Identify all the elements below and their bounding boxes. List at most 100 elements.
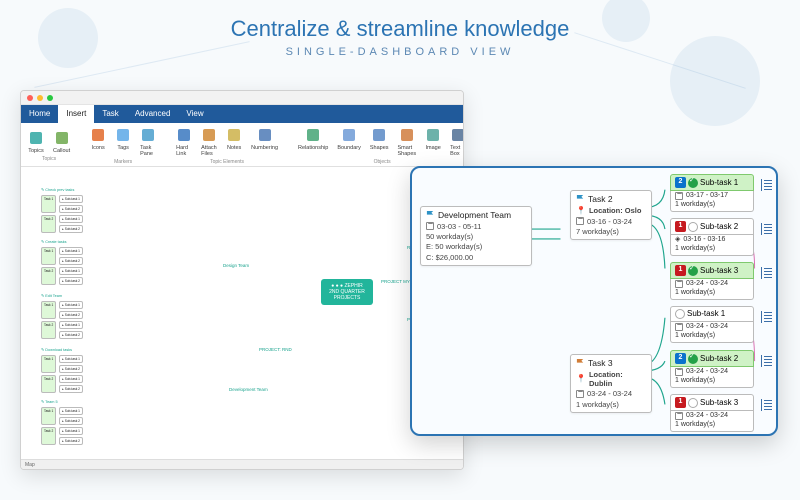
ribbon-smart-shapes[interactable]: Smart Shapes [395, 125, 420, 159]
subtask-node[interactable]: 1Sub-task 303-24 - 03-241 workday(s) [670, 394, 754, 432]
ribbon-attach-files[interactable]: Attach Files [198, 125, 220, 159]
calendar-icon [675, 412, 683, 420]
task-3-node[interactable]: Task 3 📍Location: Dublin 03-24 - 03-24 1… [570, 354, 652, 413]
design-team-label[interactable]: Design Team [223, 263, 249, 268]
menu-tab-advanced[interactable]: Advanced [127, 105, 179, 123]
subtask-node[interactable]: 2Sub-task 203-24 - 03-241 workday(s) [670, 350, 754, 388]
mini-task[interactable]: Task 1 [41, 195, 56, 213]
smart-shapes-icon [399, 127, 415, 143]
mini-subtask[interactable]: ▸ Sub-task 2 [59, 417, 83, 425]
icons-icon [90, 127, 106, 143]
mini-subtask[interactable]: ▸ Sub-task 1 [59, 355, 83, 363]
close-icon[interactable] [27, 95, 33, 101]
calendar-icon [576, 390, 584, 398]
mini-subtask[interactable]: ▸ Sub-task 2 [59, 331, 83, 339]
ribbon-relationship[interactable]: Relationship [295, 125, 331, 159]
priority-badge-icon: 2 [675, 353, 686, 364]
resource-list-icon[interactable] [763, 268, 772, 279]
mini-task[interactable]: Task 2 [41, 321, 56, 339]
headline-title: Centralize & streamline knowledge [0, 16, 800, 42]
calendar-icon [675, 368, 683, 376]
mini-subtask[interactable]: ▸ Sub-task 2 [59, 365, 83, 373]
ribbon-tags[interactable]: Tags [112, 125, 134, 159]
ribbon-callout[interactable]: Callout [50, 128, 73, 156]
mini-task[interactable]: Task 2 [41, 375, 56, 393]
mini-team-3[interactable]: ✎ Download tasks [41, 347, 83, 353]
ribbon-hard-link[interactable]: Hard Link [173, 125, 195, 159]
ribbon-task-pane[interactable]: Task Pane [137, 125, 159, 159]
ribbon-numbering[interactable]: Numbering [248, 125, 281, 159]
mini-team-4[interactable]: ✎ Team 5 [41, 399, 83, 405]
mini-task[interactable]: Task 2 [41, 427, 56, 445]
flag-icon [426, 211, 435, 220]
mini-team-1[interactable]: ✎ Create tasks [41, 239, 83, 245]
mini-subtask[interactable]: ▸ Sub-task 1 [59, 301, 83, 309]
minimize-icon[interactable] [37, 95, 43, 101]
calendar-icon [426, 222, 434, 230]
text-box-icon [450, 127, 464, 143]
mini-subtask[interactable]: ▸ Sub-task 1 [59, 375, 83, 383]
subtask-node[interactable]: 2Sub-task 103-17 - 03-171 workday(s) [670, 174, 754, 212]
ribbon-menubar: HomeInsertTaskAdvancedView [21, 105, 463, 123]
mini-subtask[interactable]: ▸ Sub-task 1 [59, 267, 83, 275]
shapes-icon [371, 127, 387, 143]
resource-list-icon[interactable] [763, 356, 772, 367]
flag-icon [576, 195, 585, 204]
zoom-icon[interactable] [47, 95, 53, 101]
status-left: Map [25, 462, 35, 468]
development-team-label[interactable]: Development Team [229, 387, 268, 392]
ribbon-shapes[interactable]: Shapes [367, 125, 392, 159]
mini-subtask[interactable]: ▸ Sub-task 1 [59, 247, 83, 255]
mini-subtask[interactable]: ▸ Sub-task 2 [59, 311, 83, 319]
menu-tab-insert[interactable]: Insert [58, 105, 94, 123]
development-team-node[interactable]: Development Team 03-03 - 05-11 50 workda… [420, 206, 532, 266]
mini-subtask[interactable]: ▸ Sub-task 2 [59, 437, 83, 445]
mindmap-canvas[interactable]: ● ● ● ZEPHIR 2ND QUARTER PROJECTS PROJEC… [21, 167, 463, 469]
mini-subtask[interactable]: ▸ Sub-task 2 [59, 385, 83, 393]
task-2-node[interactable]: Task 2 📍Location: Oslo 03-16 - 03-24 7 w… [570, 190, 652, 240]
menu-tab-view[interactable]: View [178, 105, 211, 123]
subtask-node[interactable]: 1Sub-task 2◈03-16 - 03-161 workday(s) [670, 218, 754, 256]
mini-task[interactable]: Task 1 [41, 355, 56, 373]
mini-subtask[interactable]: ▸ Sub-task 1 [59, 321, 83, 329]
ribbon-notes[interactable]: Notes [223, 125, 245, 159]
mini-subtask[interactable]: ▸ Sub-task 1 [59, 407, 83, 415]
subtask-node[interactable]: 1Sub-task 303-24 - 03-241 workday(s) [670, 262, 754, 300]
project-rnd-label[interactable]: PROJECT: RND [259, 347, 292, 352]
mini-task[interactable]: Task 2 [41, 215, 56, 233]
mini-subtask[interactable]: ▸ Sub-task 1 [59, 195, 83, 203]
check-circle-icon [688, 266, 698, 276]
resource-list-icon[interactable] [763, 400, 772, 411]
central-topic[interactable]: ● ● ● ZEPHIR 2ND QUARTER PROJECTS [321, 279, 373, 305]
mini-task[interactable]: Task 1 [41, 407, 56, 425]
ribbon-boundary[interactable]: Boundary [334, 125, 364, 159]
ribbon-image[interactable]: Image [422, 125, 444, 159]
mini-team-2[interactable]: ✎ Edit Team [41, 293, 83, 299]
mini-team-0[interactable]: ✎ Check prev tasks [41, 187, 83, 193]
ribbon-icons[interactable]: Icons [87, 125, 109, 159]
mini-task[interactable]: Task 1 [41, 247, 56, 265]
ribbon-topics[interactable]: Topics [25, 128, 47, 156]
menu-tab-task[interactable]: Task [94, 105, 126, 123]
mini-task[interactable]: Task 2 [41, 267, 56, 285]
mini-subtask[interactable]: ▸ Sub-task 2 [59, 277, 83, 285]
mini-subtask[interactable]: ▸ Sub-task 2 [59, 257, 83, 265]
subtask-node[interactable]: Sub-task 103-24 - 03-241 workday(s) [670, 306, 754, 343]
resource-list-icon[interactable] [763, 180, 772, 191]
empty-circle-icon [675, 309, 685, 319]
resource-list-icon[interactable] [763, 312, 772, 323]
mini-subtask[interactable]: ▸ Sub-task 2 [59, 205, 83, 213]
task-pane-icon [140, 127, 156, 143]
mini-subtask[interactable]: ▸ Sub-task 1 [59, 427, 83, 435]
menu-tab-home[interactable]: Home [21, 105, 58, 123]
mini-task[interactable]: Task 1 [41, 301, 56, 319]
mini-subtask[interactable]: ▸ Sub-task 2 [59, 225, 83, 233]
diamond-icon: ◈ [675, 236, 680, 245]
calendar-icon [675, 323, 683, 331]
priority-badge-icon: 1 [675, 221, 686, 232]
resource-list-icon[interactable] [763, 224, 772, 235]
calendar-icon [675, 192, 683, 200]
priority-badge-icon: 1 [675, 265, 686, 276]
ribbon-text-box[interactable]: Text Box [447, 125, 464, 159]
mini-subtask[interactable]: ▸ Sub-task 1 [59, 215, 83, 223]
